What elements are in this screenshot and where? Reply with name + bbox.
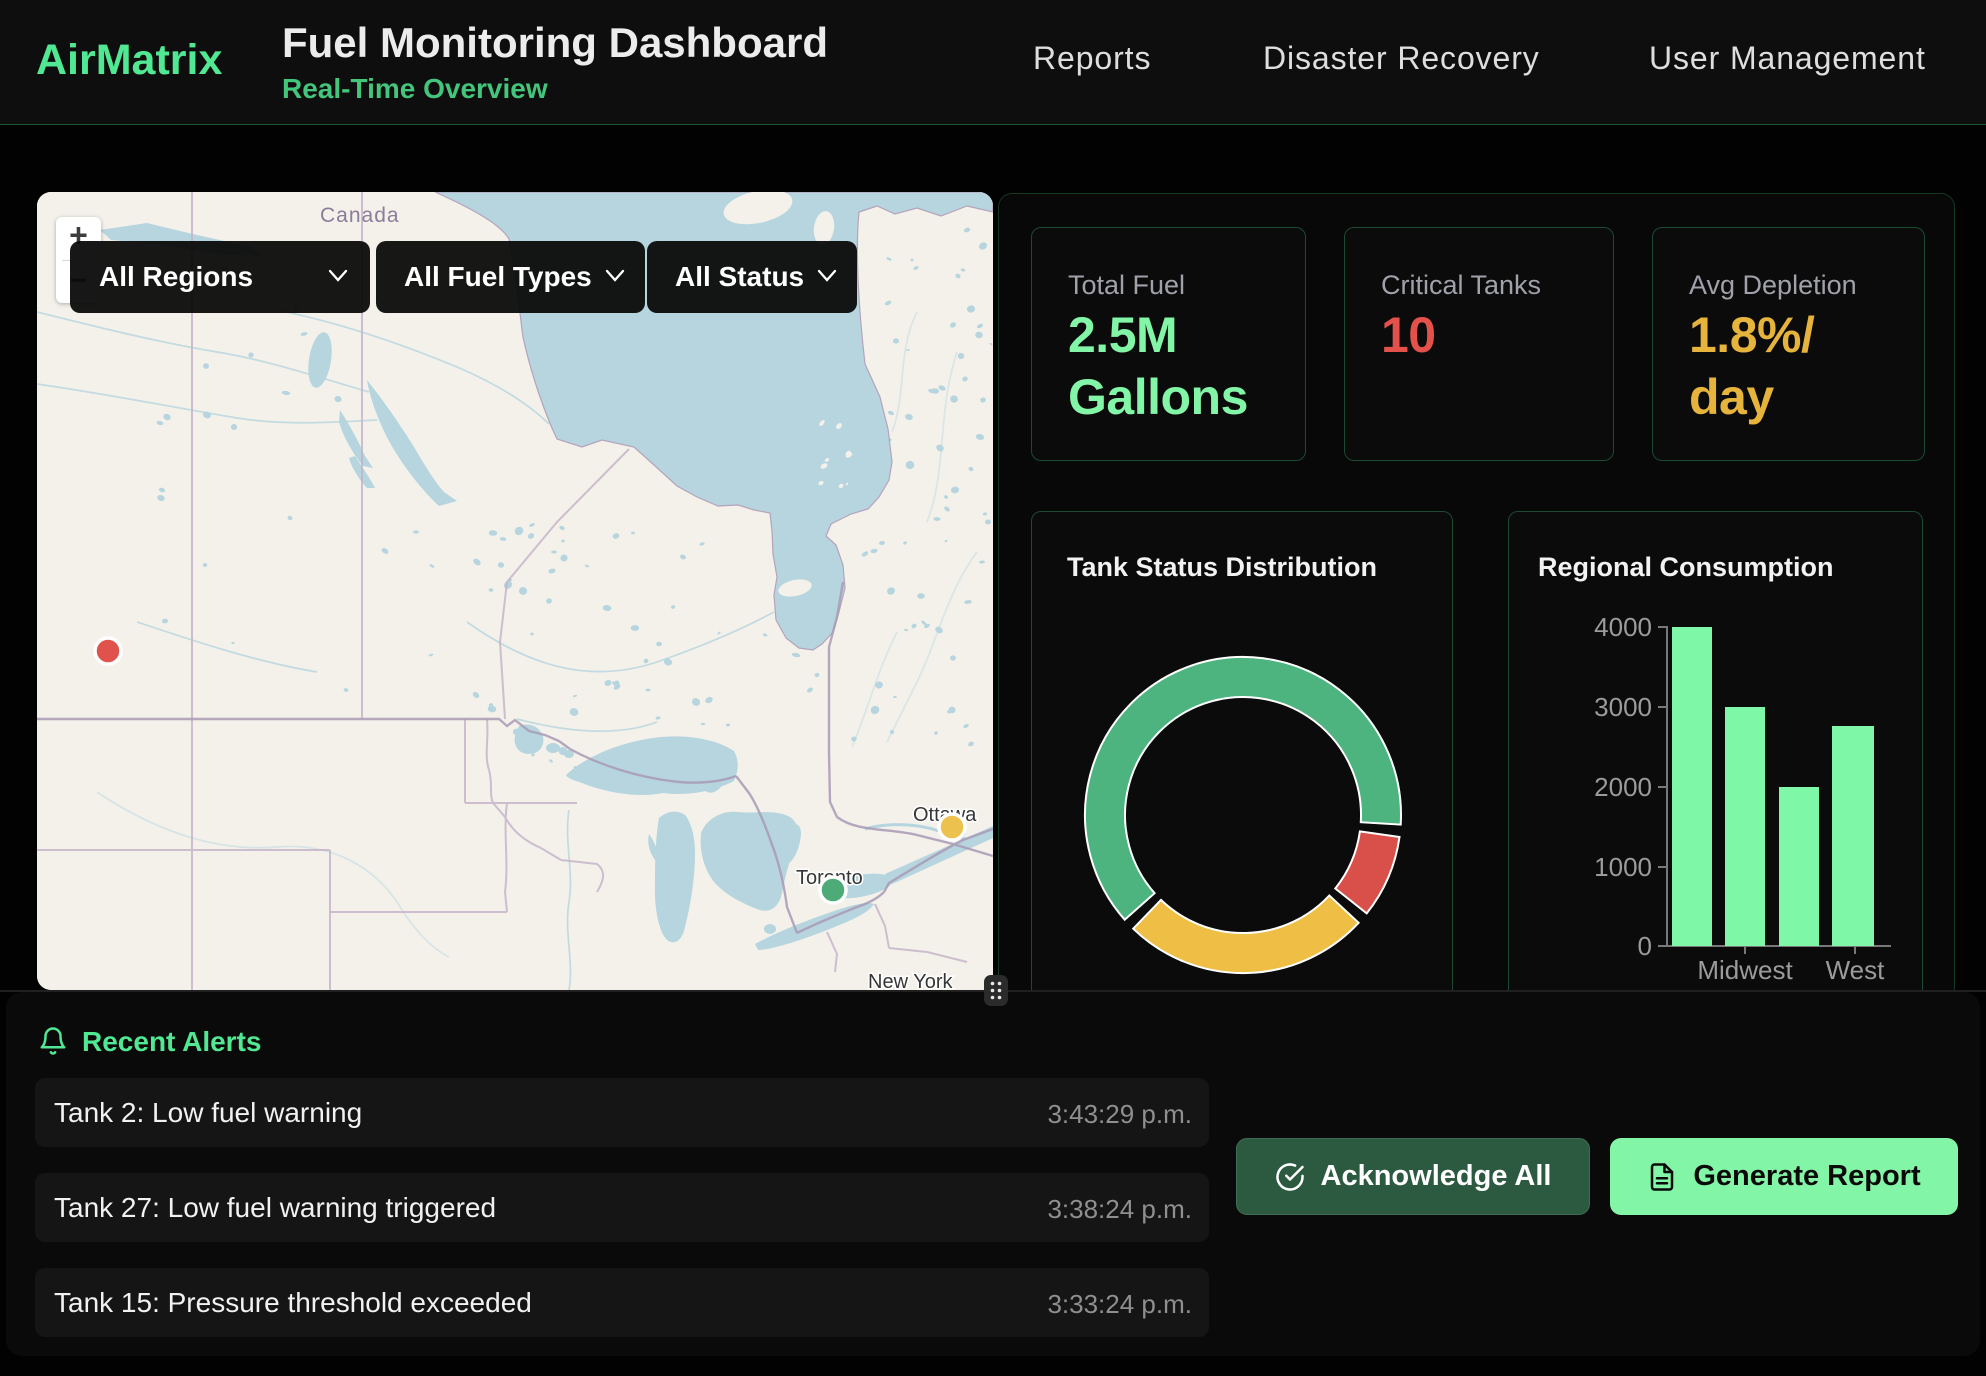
svg-text:Canada: Canada [320,204,400,227]
svg-text:0: 0 [1638,931,1652,961]
svg-text:3000: 3000 [1594,692,1652,722]
svg-text:New York: New York [868,971,953,990]
svg-text:4000: 4000 [1594,612,1652,642]
svg-text:2000: 2000 [1594,772,1652,802]
svg-text:1000: 1000 [1594,852,1652,882]
svg-text:West: West [1826,955,1886,985]
svg-text:Midwest: Midwest [1697,955,1793,985]
